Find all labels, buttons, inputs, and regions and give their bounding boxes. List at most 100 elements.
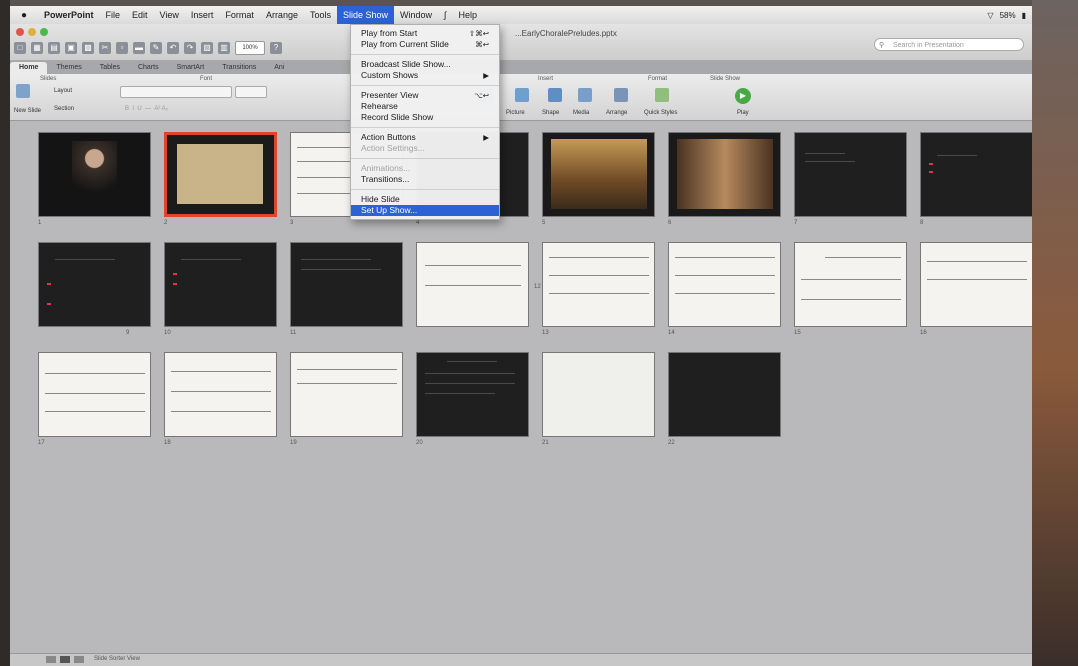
picture-button[interactable]: Picture (506, 110, 525, 116)
menu-format[interactable]: Format (219, 6, 260, 24)
save-icon[interactable]: ▣ (65, 42, 77, 54)
slide-thumbnail-8[interactable] (920, 132, 1032, 217)
battery-percent[interactable]: 58% (1000, 11, 1016, 20)
slide-number-17: 17 (38, 440, 45, 446)
slide-sorter-view-icon[interactable] (60, 656, 70, 663)
menu-view[interactable]: View (154, 6, 185, 24)
tab-tables[interactable]: Tables (91, 62, 129, 74)
slide-thumbnail-9[interactable] (38, 242, 151, 327)
tab-charts[interactable]: Charts (129, 62, 168, 74)
font-size-field[interactable] (235, 86, 267, 98)
help-icon[interactable]: ? (270, 42, 282, 54)
close-window-button[interactable] (16, 28, 24, 36)
print-icon[interactable]: ▩ (82, 42, 94, 54)
media-browser-icon[interactable]: ▧ (201, 42, 213, 54)
slide-thumbnail-2[interactable] (164, 132, 277, 217)
media-button[interactable]: Media (573, 110, 589, 116)
battery-icon[interactable]: ▮ (1022, 11, 1026, 20)
play-button[interactable]: Play (737, 110, 749, 116)
church-interior-image (551, 139, 647, 209)
menu-insert[interactable]: Insert (185, 6, 220, 24)
slide-thumbnail-16[interactable] (920, 242, 1032, 327)
tab-transitions[interactable]: Transitions (213, 62, 265, 74)
menu-item-set-up-show[interactable]: Set Up Show... (351, 205, 499, 216)
search-input[interactable]: ⚲ Search in Presentation (874, 38, 1024, 51)
slide-thumbnail-20[interactable] (416, 352, 529, 437)
zoom-window-button[interactable] (40, 28, 48, 36)
templates-icon[interactable]: ▦ (31, 42, 43, 54)
menu-item-hide-slide[interactable]: Hide Slide (351, 194, 499, 205)
minimize-window-button[interactable] (28, 28, 36, 36)
new-slide-button[interactable]: New Slide (14, 108, 41, 114)
menu-item-play-from-start[interactable]: Play from Start ⇧⌘↩ (351, 28, 499, 39)
slide-thumbnail-15[interactable] (794, 242, 907, 327)
normal-view-icon[interactable] (46, 656, 56, 663)
slide-thumbnail-7[interactable] (794, 132, 907, 217)
slide-thumbnail-14[interactable] (668, 242, 781, 327)
slide-thumbnail-11[interactable] (290, 242, 403, 327)
wifi-icon[interactable]: ▽ (987, 11, 993, 20)
play-icon[interactable]: ▶ (735, 88, 751, 104)
menu-arrange[interactable]: Arrange (260, 6, 304, 24)
slide-thumbnail-6[interactable] (668, 132, 781, 217)
menu-file[interactable]: File (100, 6, 127, 24)
new-icon[interactable]: □ (14, 42, 26, 54)
group-font-label: Font (200, 76, 213, 82)
slide-thumbnail-22[interactable] (668, 352, 781, 437)
menu-help[interactable]: Help (453, 6, 484, 24)
toolbox-icon[interactable]: ▥ (218, 42, 230, 54)
font-style-buttons[interactable]: B I U — A² A₂ (125, 106, 168, 112)
new-slide-icon[interactable] (16, 84, 30, 98)
format-painter-icon[interactable]: ✎ (150, 42, 162, 54)
slide-thumbnail-18[interactable] (164, 352, 277, 437)
open-icon[interactable]: ▤ (48, 42, 60, 54)
quick-styles-button[interactable]: Quick Styles (644, 110, 677, 116)
picture-icon[interactable] (515, 88, 529, 102)
menu-window[interactable]: Window (394, 6, 438, 24)
menu-bar: ● PowerPoint File Edit View Insert Forma… (10, 6, 1032, 24)
menu-item-broadcast-slide-show[interactable]: Broadcast Slide Show... (351, 59, 499, 70)
script-menu-icon[interactable]: ∫ (438, 6, 452, 24)
menu-item-presenter-view[interactable]: Presenter View ⌥↩ (351, 90, 499, 101)
slide-number-14: 14 (668, 330, 675, 336)
tab-smartart[interactable]: SmartArt (168, 62, 214, 74)
menu-app[interactable]: PowerPoint (38, 6, 100, 24)
font-name-field[interactable] (120, 86, 232, 98)
menu-tools[interactable]: Tools (304, 6, 337, 24)
menu-item-custom-shows[interactable]: Custom Shows ▶ (351, 70, 499, 81)
tab-themes[interactable]: Themes (47, 62, 90, 74)
menu-item-transitions[interactable]: Transitions... (351, 174, 499, 185)
tab-home[interactable]: Home (10, 62, 48, 74)
apple-icon[interactable]: ● (10, 10, 38, 21)
tab-animations[interactable]: Ani (265, 62, 293, 74)
slide-thumbnail-19[interactable] (290, 352, 403, 437)
zoom-field[interactable]: 100% (235, 41, 265, 55)
quick-styles-icon[interactable] (655, 88, 669, 102)
cut-icon[interactable]: ✂ (99, 42, 111, 54)
slide-thumbnail-12[interactable] (416, 242, 529, 327)
shape-icon[interactable] (548, 88, 562, 102)
media-icon[interactable] (578, 88, 592, 102)
menu-edit[interactable]: Edit (126, 6, 154, 24)
redo-icon[interactable]: ↷ (184, 42, 196, 54)
paste-icon[interactable]: ▬ (133, 42, 145, 54)
slide-show-view-icon[interactable] (74, 656, 84, 663)
menu-item-play-from-current-slide[interactable]: Play from Current Slide ⌘↩ (351, 39, 499, 50)
menu-item-rehearse[interactable]: Rehearse (351, 101, 499, 112)
undo-icon[interactable]: ↶ (167, 42, 179, 54)
menu-item-action-buttons[interactable]: Action Buttons ▶ (351, 132, 499, 143)
copy-icon[interactable]: ▫ (116, 42, 128, 54)
slide-thumbnail-5[interactable] (542, 132, 655, 217)
slide-thumbnail-17[interactable] (38, 352, 151, 437)
shape-button[interactable]: Shape (542, 110, 559, 116)
menu-slide-show[interactable]: Slide Show (336, 6, 395, 24)
slide-thumbnail-13[interactable] (542, 242, 655, 327)
slide-thumbnail-1[interactable] (38, 132, 151, 217)
arrange-button[interactable]: Arrange (606, 110, 627, 116)
slide-thumbnail-21[interactable] (542, 352, 655, 437)
layout-button[interactable]: Layout (54, 88, 72, 94)
arrange-icon[interactable] (614, 88, 628, 102)
section-button[interactable]: Section (54, 106, 74, 112)
menu-item-record-slide-show[interactable]: Record Slide Show (351, 112, 499, 123)
slide-thumbnail-10[interactable] (164, 242, 277, 327)
